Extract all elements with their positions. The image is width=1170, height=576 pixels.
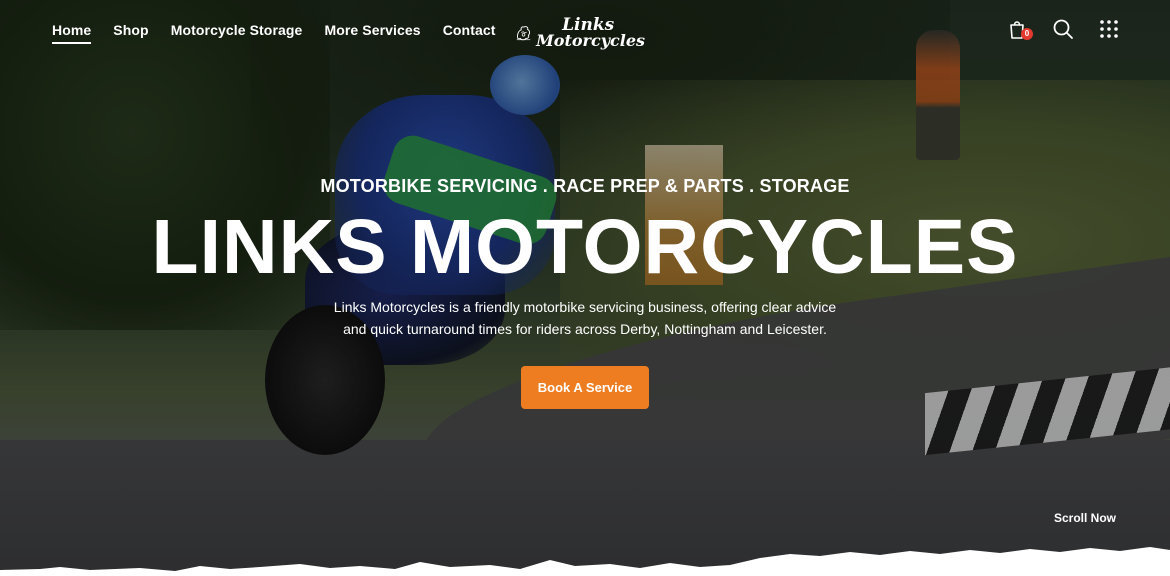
hero-section: Home Shop Motorcycle Storage More Servic…: [0, 0, 1170, 576]
hero-tagline: MOTORBIKE SERVICING . RACE PREP & PARTS …: [320, 176, 850, 196]
hero-content: MOTORBIKE SERVICING . RACE PREP & PARTS …: [0, 0, 1170, 576]
hero-description: Links Motorcycles is a friendly motorbik…: [333, 299, 837, 337]
book-service-button[interactable]: Book A Service: [521, 366, 649, 409]
scroll-now-link[interactable]: Scroll Now: [1054, 511, 1116, 525]
hero-title: LINKS MOTORCYCLES: [151, 204, 1019, 290]
